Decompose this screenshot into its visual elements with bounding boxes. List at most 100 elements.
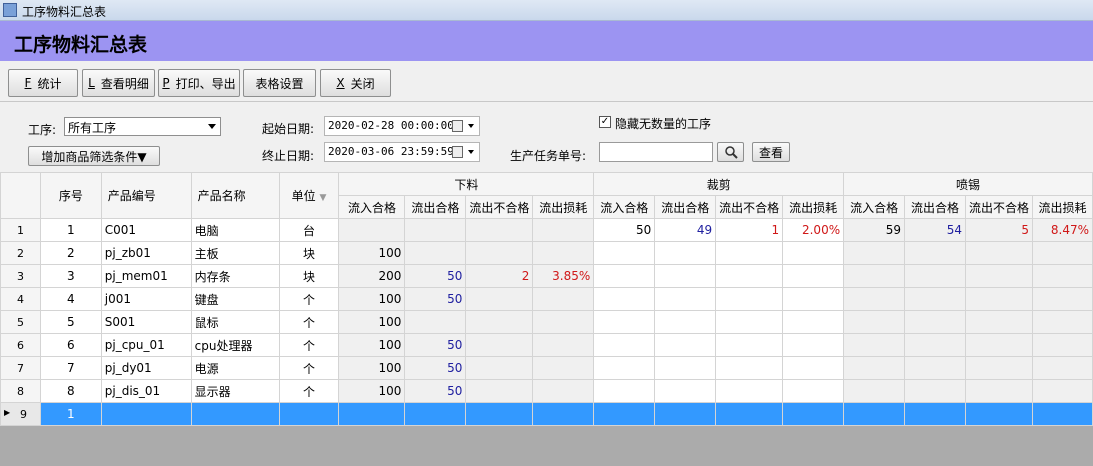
- cell-value[interactable]: [965, 310, 1033, 334]
- cell-name[interactable]: 键盘: [190, 287, 280, 311]
- cell-value[interactable]: [904, 241, 967, 265]
- cell-value[interactable]: [1031, 287, 1093, 311]
- cell-value[interactable]: [782, 287, 845, 311]
- cell-seq[interactable]: 2: [39, 241, 102, 265]
- cell-value[interactable]: 100: [338, 356, 406, 380]
- cell-unit[interactable]: 个: [278, 287, 340, 311]
- cell-unit[interactable]: 个: [278, 333, 340, 357]
- cell-value[interactable]: [843, 241, 906, 265]
- cell-seq[interactable]: 1: [39, 402, 102, 426]
- cell-value[interactable]: [715, 310, 784, 334]
- cell-value[interactable]: [654, 310, 717, 334]
- cell-value[interactable]: [843, 310, 906, 334]
- cell-value[interactable]: [782, 379, 845, 403]
- cell-value[interactable]: [404, 310, 467, 334]
- cell-value[interactable]: [715, 379, 784, 403]
- cell-value[interactable]: [593, 241, 656, 265]
- cell-value[interactable]: [1031, 356, 1093, 380]
- cell-value[interactable]: [1031, 264, 1093, 288]
- cell-value[interactable]: 50: [593, 218, 656, 242]
- cell-unit[interactable]: 块: [278, 264, 340, 288]
- cell-value[interactable]: 100: [338, 287, 406, 311]
- hide-empty-checkbox[interactable]: ✓: [599, 116, 611, 128]
- cell-value[interactable]: [782, 310, 845, 334]
- cell-value[interactable]: [465, 356, 534, 380]
- cell-value[interactable]: 3.85%: [532, 264, 595, 288]
- column-header-code[interactable]: 产品编号: [100, 172, 192, 219]
- column-header-name[interactable]: 产品名称: [190, 172, 280, 219]
- cell-value[interactable]: [338, 402, 406, 426]
- cell-value[interactable]: [338, 218, 406, 242]
- stat-button[interactable]: F 统计: [8, 69, 78, 97]
- table-row[interactable]: 2 2 pj_zb01 主板块 100: [0, 241, 1093, 265]
- process-select[interactable]: 所有工序: [64, 117, 221, 136]
- cell-value[interactable]: 5: [965, 218, 1033, 242]
- column-header[interactable]: 流出合格: [904, 195, 967, 219]
- cell-value[interactable]: [532, 287, 595, 311]
- cell-value[interactable]: [593, 356, 656, 380]
- row-header[interactable]: 1: [0, 218, 41, 242]
- table-row[interactable]: 7 7 pj_dy01 电源个 100 50: [0, 356, 1093, 380]
- cell-name[interactable]: 显示器: [190, 379, 280, 403]
- cell-value[interactable]: [782, 241, 845, 265]
- cell-value[interactable]: [654, 241, 717, 265]
- row-header[interactable]: 5: [0, 310, 41, 334]
- cell-value[interactable]: [404, 241, 467, 265]
- cell-value[interactable]: [904, 310, 967, 334]
- cell-value[interactable]: [782, 264, 845, 288]
- cell-value[interactable]: [654, 264, 717, 288]
- cell-value[interactable]: [654, 356, 717, 380]
- print-export-button[interactable]: P 打印、导出: [158, 69, 240, 97]
- cell-value[interactable]: [843, 356, 906, 380]
- cell-value[interactable]: 100: [338, 379, 406, 403]
- cell-seq[interactable]: 8: [39, 379, 102, 403]
- cell-value[interactable]: [532, 241, 595, 265]
- column-header[interactable]: 流出不合格: [965, 195, 1033, 219]
- calendar-icon[interactable]: [452, 120, 463, 132]
- cell-value[interactable]: [593, 402, 656, 426]
- chevron-down-icon[interactable]: [468, 124, 474, 128]
- start-date-picker[interactable]: 2020-02-28 00:00:00: [324, 116, 480, 136]
- cell-value[interactable]: [965, 333, 1033, 357]
- cell-seq[interactable]: 4: [39, 287, 102, 311]
- cell-name[interactable]: 电脑: [190, 218, 280, 242]
- cell-value[interactable]: 1: [715, 218, 784, 242]
- cell-value[interactable]: [904, 264, 967, 288]
- table-row[interactable]: 1 1 C001 电脑台 50 49 1 2.00% 59 54 5 8.47%: [0, 218, 1093, 242]
- cell-value[interactable]: [465, 402, 534, 426]
- cell-value[interactable]: [532, 402, 595, 426]
- cell-value[interactable]: [965, 287, 1033, 311]
- cell-seq[interactable]: 5: [39, 310, 102, 334]
- column-header[interactable]: 流出损耗: [782, 195, 845, 219]
- table-row[interactable]: 9 ▶ 1: [0, 402, 1093, 426]
- cell-code[interactable]: pj_cpu_01: [100, 333, 192, 357]
- cell-seq[interactable]: 6: [39, 333, 102, 357]
- cell-value[interactable]: [782, 402, 845, 426]
- chevron-down-icon[interactable]: [468, 150, 474, 154]
- cell-unit[interactable]: [278, 402, 340, 426]
- row-header[interactable]: 6: [0, 333, 41, 357]
- cell-value[interactable]: [404, 402, 467, 426]
- cell-value[interactable]: [593, 310, 656, 334]
- cell-value[interactable]: 100: [338, 310, 406, 334]
- cell-value[interactable]: [593, 264, 656, 288]
- cell-value[interactable]: 49: [654, 218, 717, 242]
- cell-value[interactable]: [532, 379, 595, 403]
- row-header[interactable]: 9 ▶: [0, 402, 41, 426]
- cell-seq[interactable]: 7: [39, 356, 102, 380]
- cell-value[interactable]: 59: [843, 218, 906, 242]
- cell-value[interactable]: [843, 287, 906, 311]
- cell-name[interactable]: 主板: [190, 241, 280, 265]
- cell-code[interactable]: S001: [100, 310, 192, 334]
- cell-value[interactable]: [843, 264, 906, 288]
- cell-code[interactable]: pj_mem01: [100, 264, 192, 288]
- cell-value[interactable]: 50: [404, 333, 467, 357]
- cell-value[interactable]: 100: [338, 333, 406, 357]
- table-row[interactable]: 6 6 pj_cpu_01 cpu处理器个 100 50: [0, 333, 1093, 357]
- cell-value[interactable]: [904, 379, 967, 403]
- cell-unit[interactable]: 个: [278, 379, 340, 403]
- table-row[interactable]: 4 4 j001 键盘个 100 50: [0, 287, 1093, 311]
- cell-name[interactable]: 鼠标: [190, 310, 280, 334]
- cell-code[interactable]: pj_dy01: [100, 356, 192, 380]
- cell-value[interactable]: 100: [338, 241, 406, 265]
